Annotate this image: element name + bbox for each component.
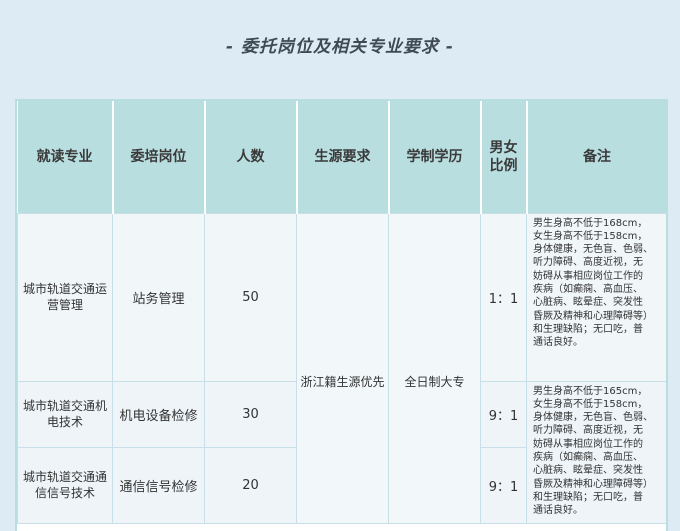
major-cell: 城市轨道交通运营管理 [17, 212, 113, 382]
post-cell: 机电设备检修 [112, 380, 205, 448]
count-cell: 30 [204, 380, 297, 448]
header-note: 备注 [526, 101, 666, 213]
header-post: 委培岗位 [112, 101, 206, 213]
header-ratio: 男女 比例 [480, 101, 528, 213]
ratio-cell: 1：1 [480, 212, 527, 382]
post-cell: 站务管理 [112, 212, 205, 382]
major-cell: 城市轨道交通机电技术 [17, 380, 113, 448]
major-cell: 城市轨道交通通信信号技术 [17, 446, 113, 524]
count-cell: 50 [204, 212, 297, 382]
header-source: 生源要求 [296, 101, 390, 213]
table-row: 城市轨道交通运营管理 站务管理 50 浙江籍生源优先 全日制大专 1：1 男生身… [17, 212, 666, 524]
note-text: 男生身高不低于165cm， 女生身高不低于158cm， 身体健康，无色盲、色弱、… [533, 385, 653, 517]
note-cell: 男生身高不低于168cm， 女生身高不低于158cm， 身体健康，无色盲、色弱、… [526, 212, 666, 382]
note-text: 男生身高不低于168cm， 女生身高不低于158cm， 身体健康，无色盲、色弱、… [533, 217, 653, 349]
education-cell: 全日制大专 [388, 212, 481, 524]
header-education: 学制学历 [388, 101, 482, 213]
requirements-table: 就读专业 委培岗位 人数 生源要求 学制学历 男女 比例 备注 城市轨道交通运营… [15, 99, 668, 531]
note-cell: 男生身高不低于165cm， 女生身高不低于158cm， 身体健康，无色盲、色弱、… [526, 380, 666, 524]
page-title: - 委托岗位及相关专业要求 - [226, 37, 454, 57]
header-count: 人数 [204, 101, 298, 213]
ratio-cell: 9：1 [480, 446, 527, 524]
table-header-row: 就读专业 委培岗位 人数 生源要求 学制学历 男女 比例 备注 [17, 101, 666, 213]
ratio-cell: 9：1 [480, 380, 527, 448]
post-cell: 通信信号检修 [112, 446, 205, 524]
header-major: 就读专业 [17, 101, 114, 213]
source-requirement-cell: 浙江籍生源优先 [296, 212, 389, 524]
count-cell: 20 [204, 446, 297, 524]
